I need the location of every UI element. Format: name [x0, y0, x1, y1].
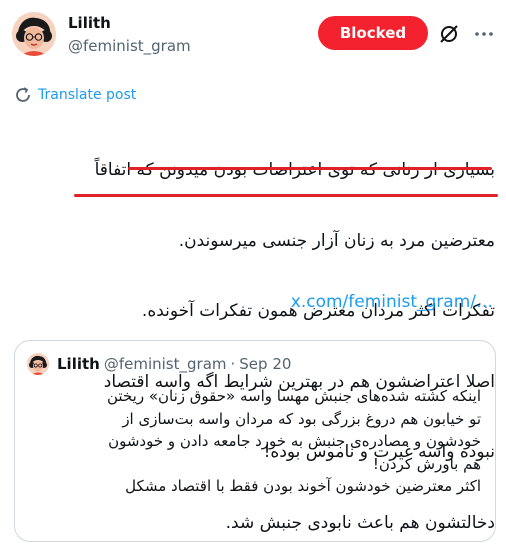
quoted-post[interactable]: Lilith @feminist_gram · Sep 20 اینکه کشت…: [14, 340, 496, 542]
quote-author-name[interactable]: Lilith: [57, 355, 100, 373]
quote-line: اینکه کشته شده‌های جنبش مهسا واسه «حقوق …: [107, 387, 481, 405]
quote-line: اکثر معترضین خودشون آخوند بودن فقط با اق…: [125, 477, 481, 495]
avatar[interactable]: [12, 12, 56, 56]
quote-date[interactable]: Sep 20: [239, 355, 291, 373]
author-name[interactable]: Lilith: [68, 14, 111, 32]
avatar-illustration: [12, 12, 56, 56]
quote-header: Lilith @feminist_gram · Sep 20: [57, 355, 291, 373]
quote-author-handle[interactable]: @feminist_gram: [104, 355, 227, 373]
author-handle[interactable]: @feminist_gram: [68, 37, 191, 55]
quote-line: هم باورش کردن!: [372, 454, 481, 473]
post-line: بسیاری از زنانی که توی اعتراضات بودن مید…: [94, 160, 495, 180]
post-line: معترضین مرد به زنان آزار جنسی میرسوندن.: [178, 230, 495, 251]
translate-post-link[interactable]: Translate post: [14, 86, 136, 104]
more-icon[interactable]: [474, 24, 494, 44]
quote-line: خودشون و مصادره‌ی جنبش به خورد جامعه داد…: [108, 432, 481, 450]
red-underline: [128, 167, 492, 170]
translate-label[interactable]: Translate post: [38, 87, 136, 103]
quote-separator: ·: [230, 355, 236, 373]
quote-text: اینکه کشته شده‌های جنبش مهسا واسه «حقوق …: [27, 385, 481, 498]
blocked-button[interactable]: Blocked: [318, 16, 428, 50]
translate-icon: [16, 87, 30, 102]
quote-avatar[interactable]: [27, 353, 49, 375]
red-underline: [74, 194, 498, 197]
grok-icon[interactable]: [437, 22, 461, 46]
quote-line: تو خیابون هم دروغ بزرگی بود که مردان واس…: [122, 409, 481, 428]
post-link[interactable]: x.com/feminist_gram/…: [291, 292, 493, 312]
